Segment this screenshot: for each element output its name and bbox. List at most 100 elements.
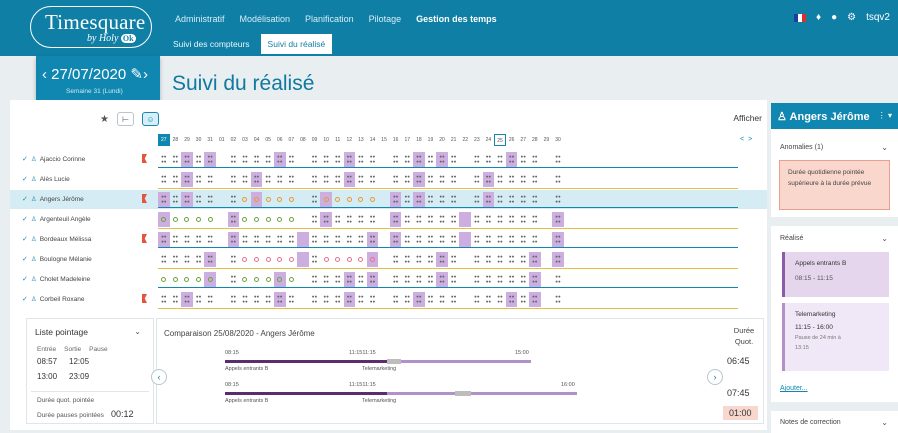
- schedule-cell[interactable]: [273, 272, 286, 287]
- schedule-cell[interactable]: [170, 212, 182, 227]
- menu-gestion-des-temps[interactable]: Gestion des temps: [416, 14, 497, 24]
- schedule-cell[interactable]: [262, 212, 274, 227]
- schedule-cell[interactable]: [541, 232, 553, 247]
- realise-header[interactable]: Réalisé: [780, 235, 803, 242]
- schedule-cell[interactable]: ●● ●●: [158, 192, 170, 207]
- employee-row[interactable]: ✓ ♙ Alès Lucie ●● ●● ●● ●● ●● ●● ●● ●● ●● ●● ●● ●● ●● ●●…: [10, 170, 767, 189]
- day-header[interactable]: 30: [193, 134, 205, 146]
- schedule-cell[interactable]: ●● ●●: [425, 192, 437, 207]
- schedule-cell[interactable]: ●● ●●: [517, 172, 529, 187]
- schedule-cell[interactable]: ●● ●●: [193, 152, 205, 167]
- schedule-cell[interactable]: ●● ●●: [494, 272, 506, 287]
- schedule-cell[interactable]: ●● ●●: [332, 172, 344, 187]
- submenu-suivi-compteurs[interactable]: Suivi des compteurs: [166, 34, 257, 54]
- schedule-cell[interactable]: ●● ●●: [448, 172, 460, 187]
- schedule-cell[interactable]: [297, 172, 309, 187]
- schedule-cell[interactable]: [204, 212, 216, 227]
- schedule-cell[interactable]: ●● ●●: [425, 252, 437, 267]
- schedule-cell[interactable]: [204, 272, 216, 287]
- next-period-icon[interactable]: >: [748, 136, 752, 143]
- schedule-cell[interactable]: [193, 212, 205, 227]
- schedule-cell[interactable]: ●● ●●: [506, 172, 518, 187]
- french-flag-icon[interactable]: [793, 13, 806, 22]
- schedule-cell[interactable]: ●● ●●: [436, 272, 448, 287]
- schedule-cell[interactable]: [297, 192, 309, 207]
- day-header[interactable]: 18: [413, 134, 425, 146]
- day-header[interactable]: 04: [251, 134, 263, 146]
- schedule-cell[interactable]: [344, 192, 356, 207]
- schedule-cell[interactable]: ●● ●●: [413, 252, 425, 267]
- schedule-cell[interactable]: [355, 192, 367, 207]
- schedule-cell[interactable]: ●● ●●: [401, 272, 413, 287]
- schedule-cell[interactable]: [541, 272, 553, 287]
- schedule-cell[interactable]: [297, 212, 309, 227]
- schedule-cell[interactable]: [286, 212, 298, 227]
- schedule-cell[interactable]: ●● ●●: [494, 232, 506, 247]
- schedule-cell[interactable]: ●● ●●: [204, 292, 216, 307]
- day-header[interactable]: 27: [158, 134, 170, 146]
- schedule-cell[interactable]: ●● ●●: [448, 272, 460, 287]
- schedule-cell[interactable]: [320, 192, 332, 207]
- schedule-cell[interactable]: ●● ●●: [494, 212, 506, 227]
- schedule-cell[interactable]: ●● ●●: [401, 152, 413, 167]
- schedule-cell[interactable]: ●● ●●: [204, 192, 216, 207]
- schedule-cell[interactable]: ●● ●●: [227, 232, 240, 247]
- schedule-cell[interactable]: ●● ●●: [517, 152, 529, 167]
- schedule-cell[interactable]: [239, 212, 251, 227]
- schedule-cell[interactable]: ●● ●●: [181, 232, 193, 247]
- schedule-cell[interactable]: ●● ●●: [552, 172, 564, 187]
- schedule-cell[interactable]: ●● ●●: [181, 252, 193, 267]
- next-date-icon[interactable]: ›: [143, 66, 148, 83]
- list-item[interactable]: 13:00 23:09: [37, 372, 89, 381]
- day-header[interactable]: 20: [436, 134, 448, 146]
- schedule-cell[interactable]: [251, 252, 263, 267]
- schedule-cell[interactable]: ●● ●●: [389, 212, 402, 227]
- schedule-cell[interactable]: ●● ●●: [320, 152, 332, 167]
- employee-row[interactable]: ✓ ♙ Ajaccio Corinne ●● ●● ●● ●● ●● ●● ●● ●● ●● ●● ●● ●…: [10, 150, 767, 169]
- schedule-cell[interactable]: ●● ●●: [251, 152, 263, 167]
- schedule-cell[interactable]: ●● ●●: [471, 232, 483, 247]
- menu-administratif[interactable]: Administratif: [175, 14, 225, 24]
- employee-row[interactable]: ✓ ♙ Boulogne Mélanie ●● ●● ●● ●● ●● ●● ●● ●● ●● ●● ●●…: [10, 250, 767, 269]
- schedule-cell[interactable]: [459, 172, 471, 187]
- schedule-cell[interactable]: ●● ●●: [401, 232, 413, 247]
- schedule-cell[interactable]: ●● ●●: [367, 292, 379, 307]
- schedule-cell[interactable]: [297, 232, 309, 247]
- submenu-suivi-realise[interactable]: Suivi du réalisé: [260, 34, 333, 54]
- schedule-cell[interactable]: ●● ●●: [204, 172, 216, 187]
- schedule-cell[interactable]: ●● ●●: [262, 232, 274, 247]
- schedule-cell[interactable]: ●● ●●: [309, 252, 321, 267]
- day-header[interactable]: 27: [517, 134, 529, 146]
- schedule-cell[interactable]: ●● ●●: [413, 172, 425, 187]
- schedule-cell[interactable]: ●● ●●: [413, 152, 425, 167]
- schedule-cell[interactable]: ●● ●●: [170, 232, 182, 247]
- schedule-cell[interactable]: [459, 252, 471, 267]
- schedule-cell[interactable]: ●● ●●: [425, 212, 437, 227]
- schedule-cell[interactable]: ●● ●●: [413, 272, 425, 287]
- schedule-cell[interactable]: [459, 292, 471, 307]
- afficher-button[interactable]: Afficher: [733, 113, 762, 123]
- schedule-cell[interactable]: ●● ●●: [529, 292, 541, 307]
- schedule-cell[interactable]: ●● ●●: [552, 292, 564, 307]
- schedule-cell[interactable]: ●● ●●: [332, 152, 344, 167]
- schedule-cell[interactable]: ●● ●●: [425, 172, 437, 187]
- schedule-cell[interactable]: [262, 252, 274, 267]
- timesquare-logo[interactable]: Timesquare by Holy Ok: [30, 6, 152, 48]
- check-icon[interactable]: ✓: [22, 276, 28, 283]
- day-header[interactable]: 24: [483, 134, 495, 146]
- schedule-cell[interactable]: ●● ●●: [494, 292, 506, 307]
- day-header[interactable]: 15: [378, 134, 390, 146]
- schedule-cell[interactable]: [541, 252, 553, 267]
- day-header[interactable]: 16: [390, 134, 402, 146]
- day-header[interactable]: 28: [170, 134, 182, 146]
- star-icon[interactable]: ★: [100, 114, 109, 125]
- check-icon[interactable]: ✓: [22, 256, 28, 263]
- anomaly-flag-icon[interactable]: [142, 294, 147, 303]
- employee-row[interactable]: ✓ ♙ Cholet Madeleine ●● ●● ●● ●● ●● ●● ●● ●● ●● ●● ●●…: [10, 270, 767, 289]
- schedule-cell[interactable]: ●● ●●: [228, 192, 240, 207]
- schedule-cell[interactable]: ●● ●●: [251, 232, 263, 247]
- day-header[interactable]: 30: [552, 134, 564, 146]
- schedule-cell[interactable]: [286, 192, 298, 207]
- schedule-cell[interactable]: ●● ●●: [517, 232, 529, 247]
- schedule-cell[interactable]: ●● ●●: [471, 212, 483, 227]
